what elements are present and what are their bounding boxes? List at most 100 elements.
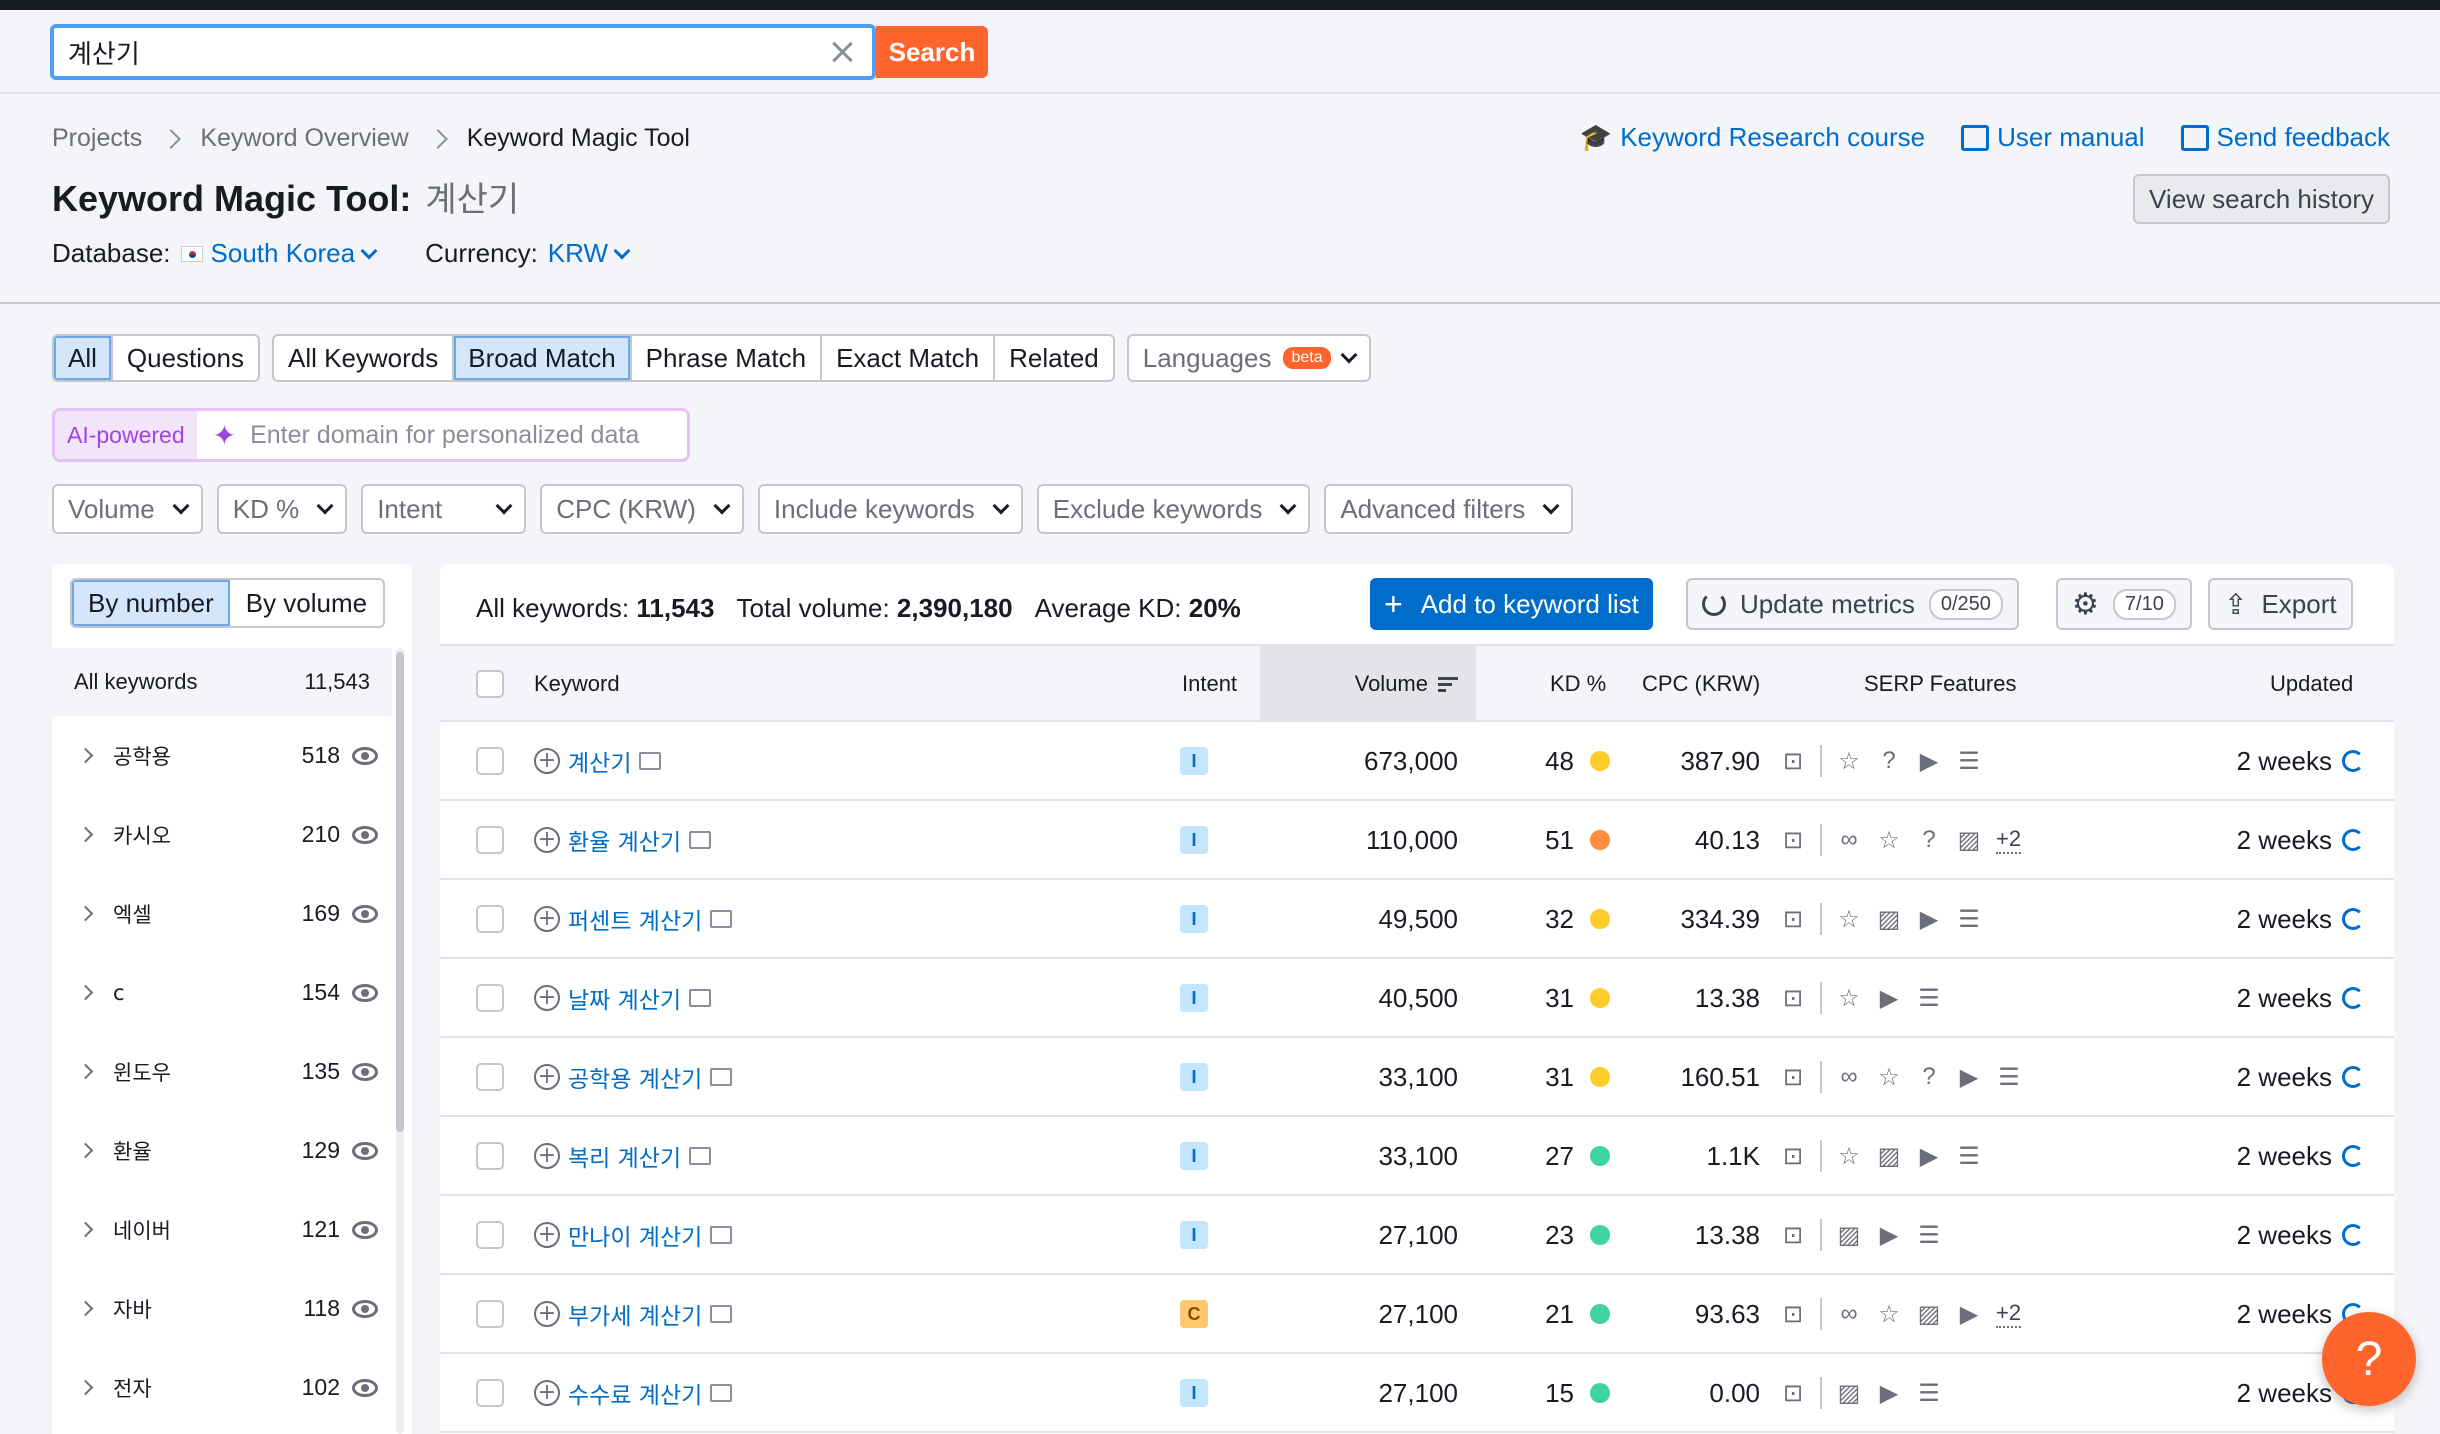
eye-icon[interactable] (352, 1378, 378, 1397)
refresh-icon[interactable] (2342, 1066, 2364, 1088)
groups-scrollbar-thumb[interactable] (396, 652, 404, 1132)
tab-phrase-match[interactable]: Phrase Match (632, 336, 823, 380)
by-volume-button[interactable]: By volume (230, 580, 383, 626)
eye-icon[interactable] (352, 904, 378, 923)
tab-exact-match[interactable]: Exact Match (822, 336, 996, 380)
refresh-icon[interactable] (2342, 829, 2364, 851)
domain-input[interactable]: ✦ Enter domain for personalized data (197, 411, 687, 459)
keyword-link[interactable]: + 환율 계산기 (534, 801, 712, 879)
serp-snapshot-icon[interactable] (639, 752, 662, 770)
keyword-group-item[interactable]: 환율 129 (52, 1111, 392, 1190)
keyword-link[interactable]: + 부가세 계산기 (534, 1275, 733, 1353)
keyword-group-item[interactable]: 카시오 210 (52, 795, 392, 874)
help-button[interactable]: ? (2322, 1312, 2416, 1406)
serp-preview-icon[interactable]: ⊡ (1780, 1064, 1806, 1091)
column-volume[interactable]: Volume (1260, 646, 1476, 722)
eye-icon[interactable] (352, 1062, 378, 1081)
database-select[interactable]: South Korea (180, 238, 378, 269)
add-circle-icon[interactable]: + (534, 1222, 560, 1248)
eye-icon[interactable] (352, 983, 378, 1002)
add-circle-icon[interactable]: + (534, 906, 560, 932)
serp-preview-icon[interactable]: ⊡ (1780, 1143, 1806, 1170)
select-all-checkbox[interactable] (476, 670, 504, 698)
filter-kd[interactable]: KD % (216, 484, 348, 534)
column-keyword[interactable]: Keyword (534, 646, 620, 722)
row-checkbox[interactable] (476, 826, 504, 854)
add-circle-icon[interactable]: + (534, 985, 560, 1011)
refresh-icon[interactable] (2342, 1145, 2364, 1167)
eye-icon[interactable] (352, 746, 378, 765)
keyword-link[interactable]: + 퍼센트 계산기 (534, 880, 733, 958)
chevron-right-icon[interactable] (77, 747, 94, 764)
filter-intent[interactable]: Intent (361, 484, 527, 534)
serp-snapshot-icon[interactable] (710, 1068, 733, 1086)
refresh-icon[interactable] (2342, 908, 2364, 930)
chevron-right-icon[interactable] (77, 1063, 94, 1080)
tab-all-keywords[interactable]: All Keywords (274, 336, 455, 380)
export-button[interactable]: ⇪ Export (2208, 578, 2353, 630)
breadcrumb-projects[interactable]: Projects (52, 124, 142, 153)
keyword-link[interactable]: + 만나이 계산기 (534, 1196, 733, 1274)
serp-preview-icon[interactable]: ⊡ (1780, 1380, 1806, 1407)
row-checkbox[interactable] (476, 1063, 504, 1091)
add-circle-icon[interactable]: + (534, 1143, 560, 1169)
refresh-icon[interactable] (2342, 750, 2364, 772)
chevron-right-icon[interactable] (77, 905, 94, 922)
search-input[interactable] (68, 37, 828, 67)
chevron-right-icon[interactable] (77, 1142, 94, 1159)
keyword-link[interactable]: + 복리 계산기 (534, 1117, 712, 1195)
add-circle-icon[interactable]: + (534, 827, 560, 853)
update-metrics-button[interactable]: Update metrics 0/250 (1686, 578, 2019, 630)
user-manual-link[interactable]: User manual (1961, 122, 2145, 153)
filter-exclude-keywords[interactable]: Exclude keywords (1036, 484, 1311, 534)
languages-dropdown[interactable]: Languages beta (1126, 334, 1371, 382)
column-intent[interactable]: Intent (1182, 646, 1237, 722)
keyword-group-item[interactable]: 네이버 121 (52, 1190, 392, 1269)
add-circle-icon[interactable]: + (534, 1380, 560, 1406)
serp-snapshot-icon[interactable] (689, 831, 712, 849)
chevron-right-icon[interactable] (77, 1221, 94, 1238)
add-to-keyword-list-button[interactable]: + Add to keyword list (1370, 578, 1653, 630)
column-cpc[interactable]: CPC (KRW) (1642, 646, 1760, 722)
column-serp-features[interactable]: SERP Features (1864, 646, 2016, 722)
keyword-link[interactable]: + 날짜 계산기 (534, 959, 712, 1037)
add-circle-icon[interactable]: + (534, 748, 560, 774)
eye-icon[interactable] (352, 1299, 378, 1318)
serp-preview-icon[interactable]: ⊡ (1780, 827, 1806, 854)
keyword-group-item[interactable]: c 154 (52, 953, 392, 1032)
keyword-link[interactable]: + 수수료 계산기 (534, 1354, 733, 1432)
tab-questions[interactable]: Questions (113, 336, 258, 380)
eye-icon[interactable] (352, 1141, 378, 1160)
serp-preview-icon[interactable]: ⊡ (1780, 1301, 1806, 1328)
view-search-history-button[interactable]: View search history (2133, 174, 2390, 224)
keyword-group-item[interactable]: 윈도우 135 (52, 1032, 392, 1111)
serp-snapshot-icon[interactable] (710, 1384, 733, 1402)
chevron-right-icon[interactable] (77, 984, 94, 1001)
filter-advanced[interactable]: Advanced filters (1324, 484, 1574, 534)
chevron-right-icon[interactable] (77, 1300, 94, 1317)
serp-snapshot-icon[interactable] (689, 989, 712, 1007)
keyword-group-item[interactable]: 전자 102 (52, 1348, 392, 1427)
row-checkbox[interactable] (476, 1221, 504, 1249)
serp-preview-icon[interactable]: ⊡ (1780, 985, 1806, 1012)
refresh-icon[interactable] (2342, 1224, 2364, 1246)
serp-preview-icon[interactable]: ⊡ (1780, 1222, 1806, 1249)
add-circle-icon[interactable]: + (534, 1064, 560, 1090)
by-number-button[interactable]: By number (72, 580, 230, 626)
serp-snapshot-icon[interactable] (710, 1305, 733, 1323)
send-feedback-link[interactable]: Send feedback (2180, 122, 2390, 153)
serp-preview-icon[interactable]: ⊡ (1780, 906, 1806, 933)
tab-related[interactable]: Related (995, 336, 1113, 380)
search-button[interactable]: Search (876, 26, 988, 78)
add-circle-icon[interactable]: + (534, 1301, 560, 1327)
row-checkbox[interactable] (476, 1300, 504, 1328)
keyword-link[interactable]: + 계산기 (534, 722, 662, 800)
row-checkbox[interactable] (476, 1142, 504, 1170)
search-field[interactable] (50, 24, 876, 80)
more-serp-features[interactable]: +2 (1996, 1300, 2022, 1328)
row-checkbox[interactable] (476, 905, 504, 933)
keyword-group-item[interactable]: 자바 118 (52, 1269, 392, 1348)
breadcrumb-keyword-overview[interactable]: Keyword Overview (200, 124, 408, 153)
filter-cpc[interactable]: CPC (KRW) (540, 484, 744, 534)
row-checkbox[interactable] (476, 984, 504, 1012)
